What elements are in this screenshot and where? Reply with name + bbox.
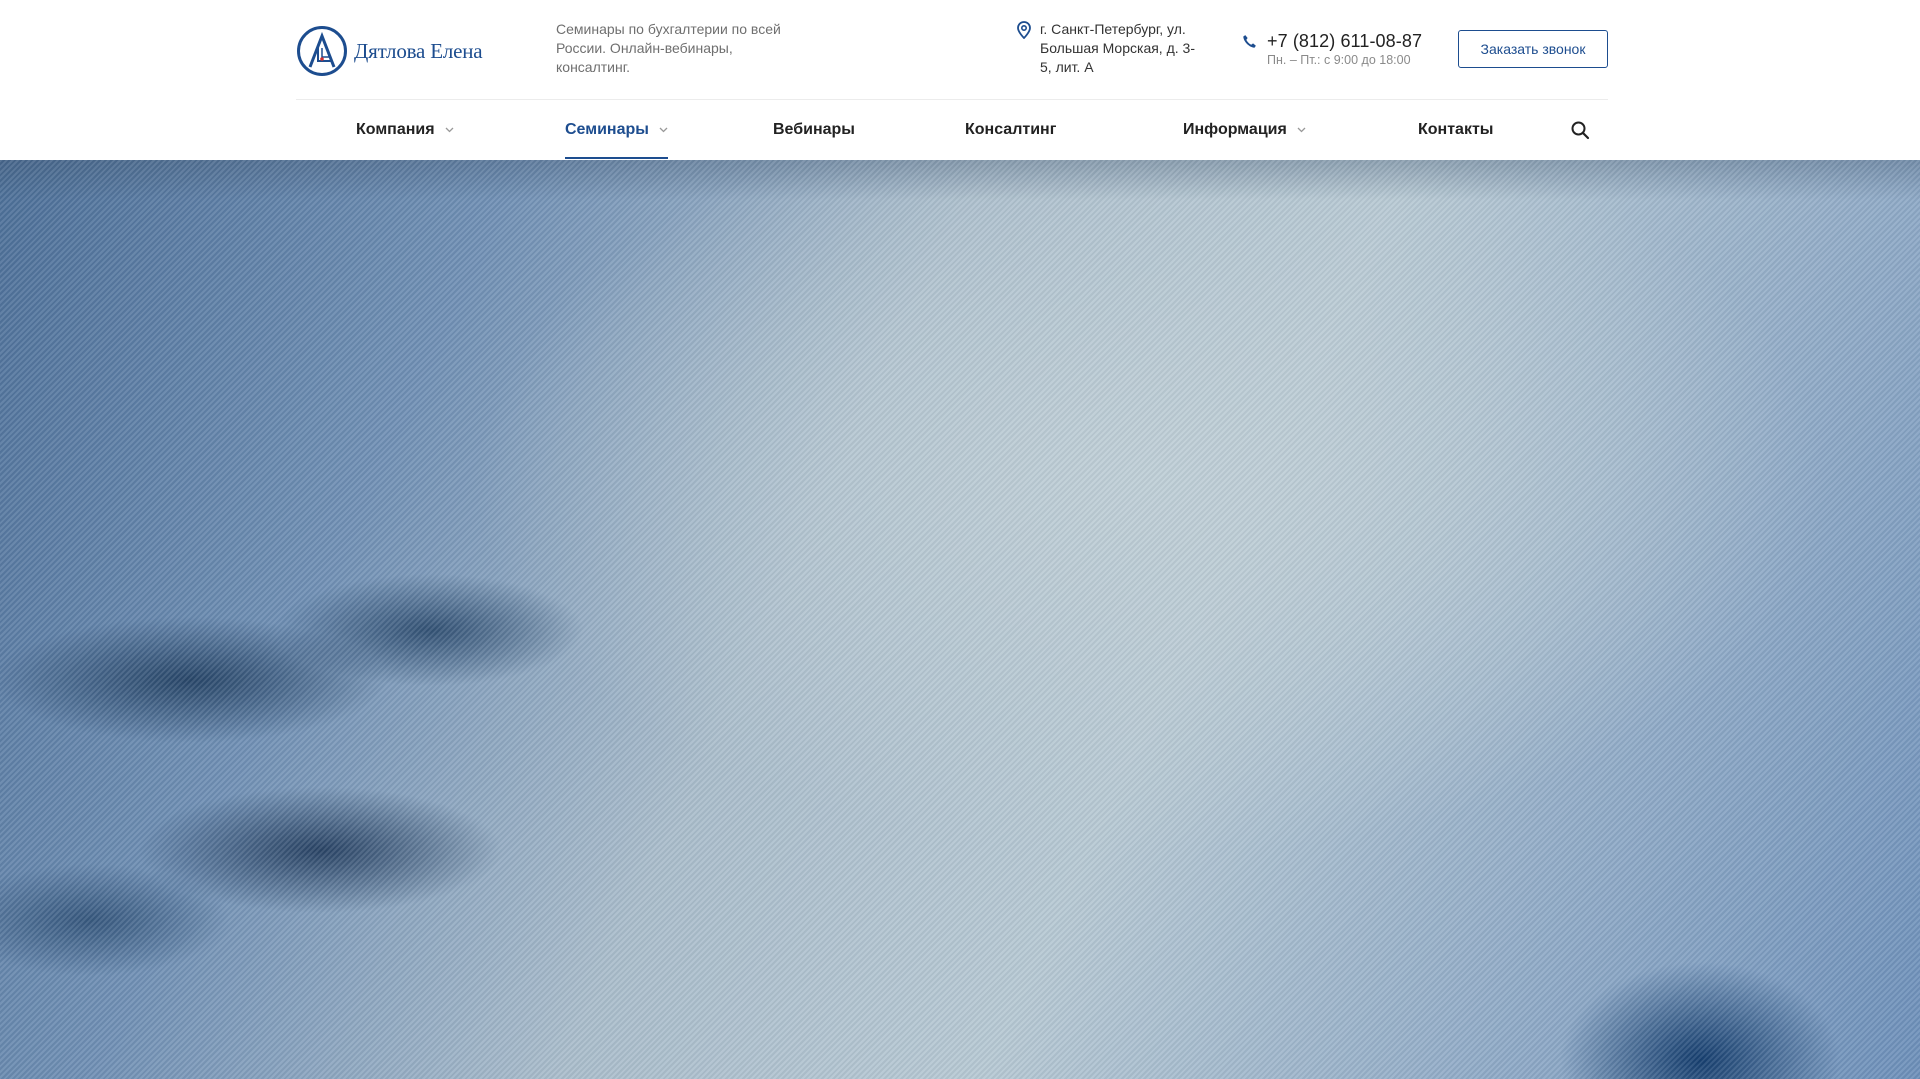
phone-icon bbox=[1243, 35, 1256, 48]
site-tagline: Семинары по бухгалтерии по всей России. … bbox=[556, 21, 781, 75]
working-hours: Пн. – Пт.: с 9:00 до 18:00 bbox=[1267, 53, 1411, 67]
chevron-down-icon bbox=[1297, 127, 1306, 133]
request-call-button[interactable]: Заказать звонок bbox=[1458, 30, 1608, 68]
logo-mark-icon bbox=[297, 26, 347, 76]
address-block: г. Санкт-Петербург, ул. Большая Морская,… bbox=[1016, 20, 1206, 77]
main-nav: Компания Семинары Вебинары Консалтинг Ин… bbox=[296, 100, 1608, 160]
nav-item-consulting[interactable]: Консалтинг bbox=[965, 100, 1056, 160]
nav-item-information[interactable]: Информация bbox=[1183, 100, 1306, 160]
phone-number[interactable]: +7 (812) 611-08-87 bbox=[1267, 30, 1422, 52]
nav-item-label: Вебинары bbox=[773, 121, 855, 138]
hero-pattern bbox=[0, 160, 1920, 1079]
nav-item-label: Семинары bbox=[565, 121, 649, 138]
nav-item-label: Консалтинг bbox=[965, 121, 1057, 138]
hero-banner bbox=[0, 160, 1920, 1079]
search-icon[interactable] bbox=[1570, 120, 1590, 140]
nav-item-label: Компания bbox=[356, 121, 435, 138]
location-pin-icon bbox=[1017, 21, 1031, 39]
logo[interactable]: Дятлова Елена bbox=[296, 24, 483, 78]
header-container: Дятлова Елена Семинары по бухгалтерии по… bbox=[296, 0, 1608, 160]
phone-block: +7 (812) 611-08-87 Пн. – Пт.: с 9:00 до … bbox=[1242, 30, 1422, 68]
address-text: г. Санкт-Петербург, ул. Большая Морская,… bbox=[1040, 21, 1195, 75]
chevron-down-icon bbox=[445, 127, 454, 133]
chevron-down-icon bbox=[659, 127, 668, 133]
nav-item-company[interactable]: Компания bbox=[356, 100, 454, 160]
nav-item-seminars[interactable]: Семинары bbox=[565, 100, 668, 160]
nav-item-contacts[interactable]: Контакты bbox=[1418, 100, 1493, 160]
nav-item-label: Контакты bbox=[1418, 121, 1494, 138]
nav-item-label: Информация bbox=[1183, 121, 1287, 138]
site-header: Дятлова Елена Семинары по бухгалтерии по… bbox=[0, 0, 1920, 160]
brand-name: Дятлова Елена bbox=[354, 38, 483, 63]
nav-item-webinars[interactable]: Вебинары bbox=[773, 100, 855, 160]
